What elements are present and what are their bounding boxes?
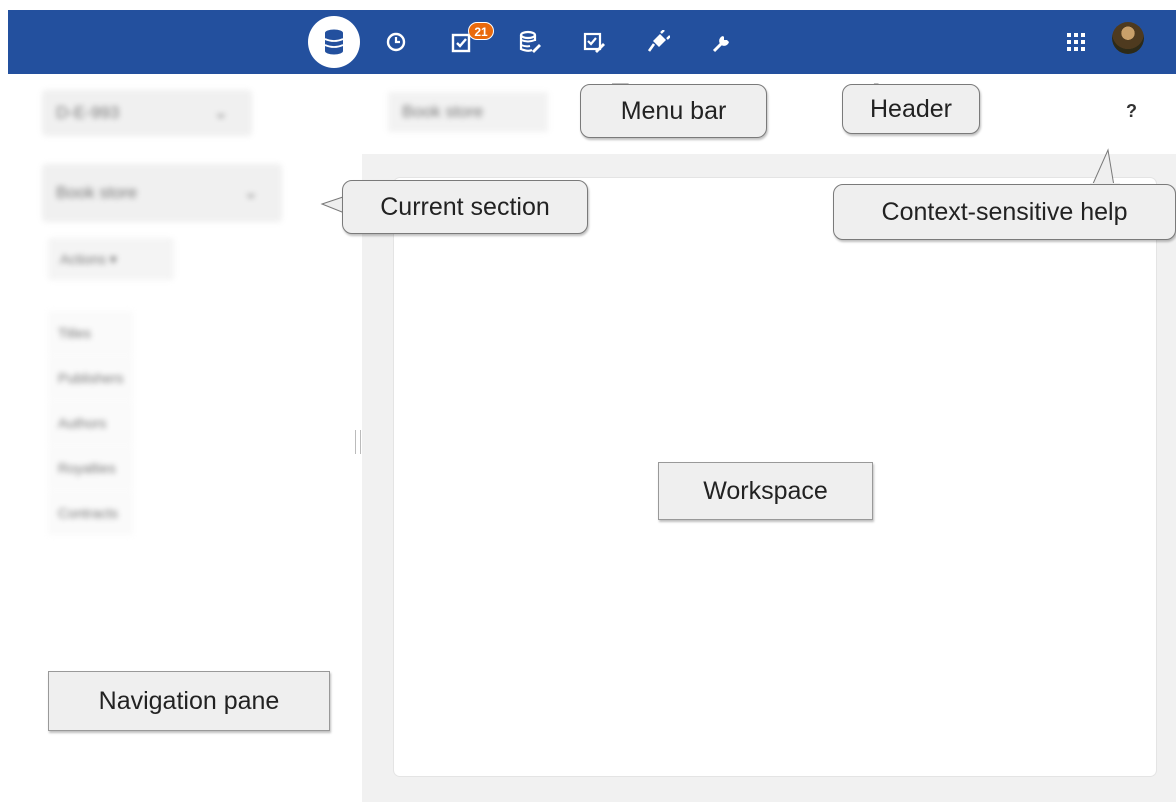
nav-item-titles[interactable]: Titles [48, 311, 134, 355]
help-icon[interactable]: ? [1126, 101, 1137, 122]
nav-item-publishers[interactable]: Publishers [48, 356, 134, 400]
avatar[interactable] [1112, 22, 1144, 54]
callout-menu-bar: Menu bar [580, 84, 767, 138]
wrench-icon[interactable] [702, 10, 742, 74]
section-select[interactable]: Book store ⌄ [42, 164, 282, 222]
actions-menu[interactable]: Actions ▾ [48, 238, 174, 280]
review-icon[interactable] [574, 10, 614, 74]
tasks-icon[interactable] [442, 10, 482, 74]
database-select[interactable]: D-E-993 ⌄ [42, 90, 252, 136]
tasks-badge: 21 [468, 22, 494, 40]
database-select-label: D-E-993 [56, 103, 120, 122]
pane-splitter[interactable] [355, 430, 361, 454]
apps-grid-icon[interactable] [1056, 10, 1096, 74]
nav-item-contracts[interactable]: Contracts [48, 491, 134, 535]
database-edit-icon[interactable] [510, 10, 550, 74]
chevron-down-icon: ⌄ [243, 183, 258, 202]
nav-item-royalties[interactable]: Royalties [48, 446, 134, 490]
header-bar: 21 [8, 10, 1176, 74]
plugin-icon[interactable] [638, 10, 678, 74]
breadcrumb[interactable]: Book store [388, 92, 548, 132]
top-band [0, 0, 1176, 10]
clock-icon[interactable] [376, 10, 416, 74]
label-navigation-pane: Navigation pane [48, 671, 330, 731]
section-select-label: Book store [56, 183, 138, 202]
label-workspace: Workspace [658, 462, 873, 520]
callout-context-help: Context-sensitive help [833, 184, 1176, 240]
callout-header: Header [842, 84, 980, 134]
chevron-down-icon: ⌄ [213, 103, 228, 122]
database-icon[interactable] [314, 10, 354, 74]
nav-list: Titles Publishers Authors Royalties Cont… [48, 311, 134, 536]
callout-current-section: Current section [342, 180, 588, 234]
nav-item-authors[interactable]: Authors [48, 401, 134, 445]
